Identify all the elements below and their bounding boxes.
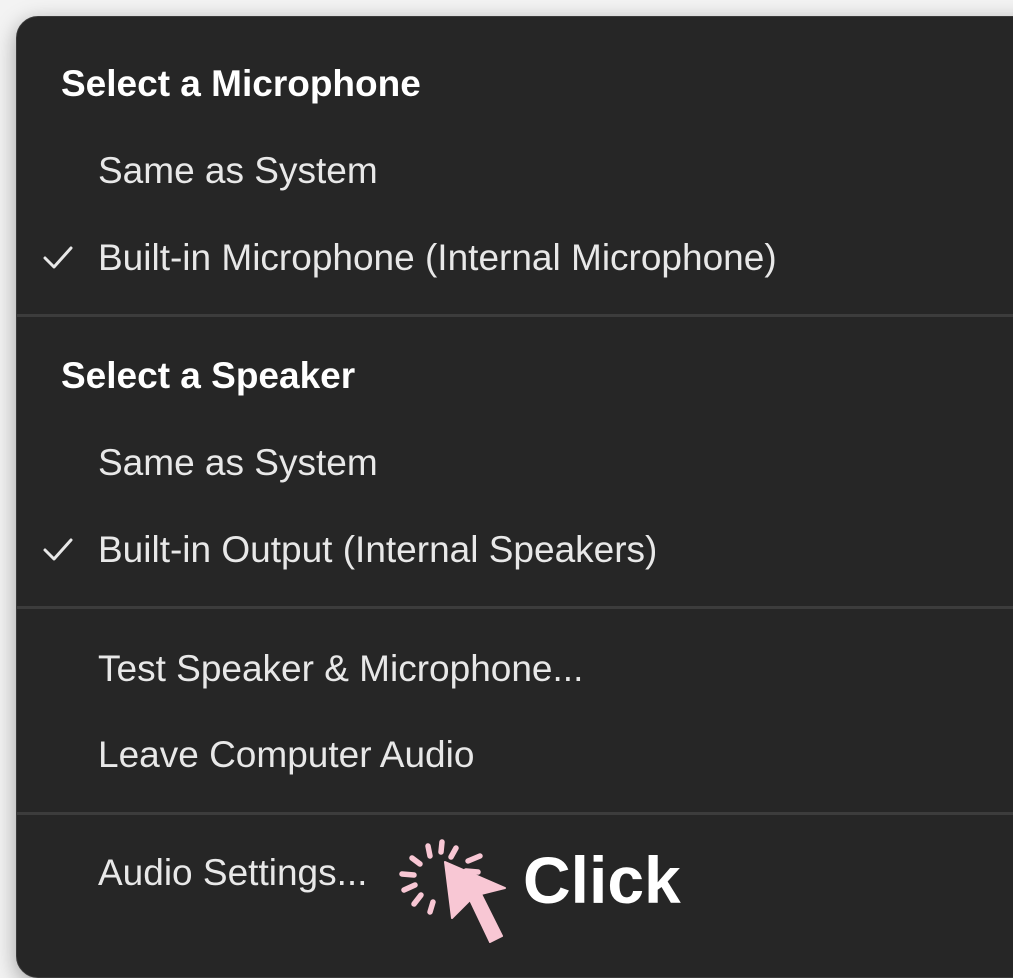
menu-item-leave-computer-audio[interactable]: Leave Computer Audio (17, 717, 1013, 793)
microphone-section-header: Select a Microphone (61, 63, 421, 104)
menu-item-label: Built-in Output (Internal Speakers) (98, 529, 658, 570)
menu-item-label: Same as System (98, 150, 378, 191)
menu-item-mic-same-as-system[interactable]: Same as System (17, 133, 1013, 209)
menu-item-built-in-microphone[interactable]: Built-in Microphone (Internal Microphone… (17, 220, 1013, 296)
checkmark-icon (43, 246, 73, 269)
speaker-section-header: Select a Speaker (61, 355, 356, 396)
menu-item-label: Built-in Microphone (Internal Microphone… (98, 237, 777, 278)
checkmark-icon (43, 538, 73, 561)
menu-item-built-in-output[interactable]: Built-in Output (Internal Speakers) (17, 512, 1013, 588)
click-label: Click (523, 843, 681, 917)
menu-item-test-speaker-microphone[interactable]: Test Speaker & Microphone... (17, 631, 1013, 707)
menu-item-label: Audio Settings... (98, 852, 368, 893)
menu-separator (17, 606, 1013, 609)
menu-item-label: Leave Computer Audio (98, 734, 475, 775)
menu-separator (17, 314, 1013, 317)
click-annotation: Click (390, 830, 710, 943)
menu-item-label: Same as System (98, 442, 378, 483)
menu-item-label: Test Speaker & Microphone... (98, 648, 584, 689)
menu-item-speaker-same-as-system[interactable]: Same as System (17, 425, 1013, 501)
menu-separator (17, 812, 1013, 815)
